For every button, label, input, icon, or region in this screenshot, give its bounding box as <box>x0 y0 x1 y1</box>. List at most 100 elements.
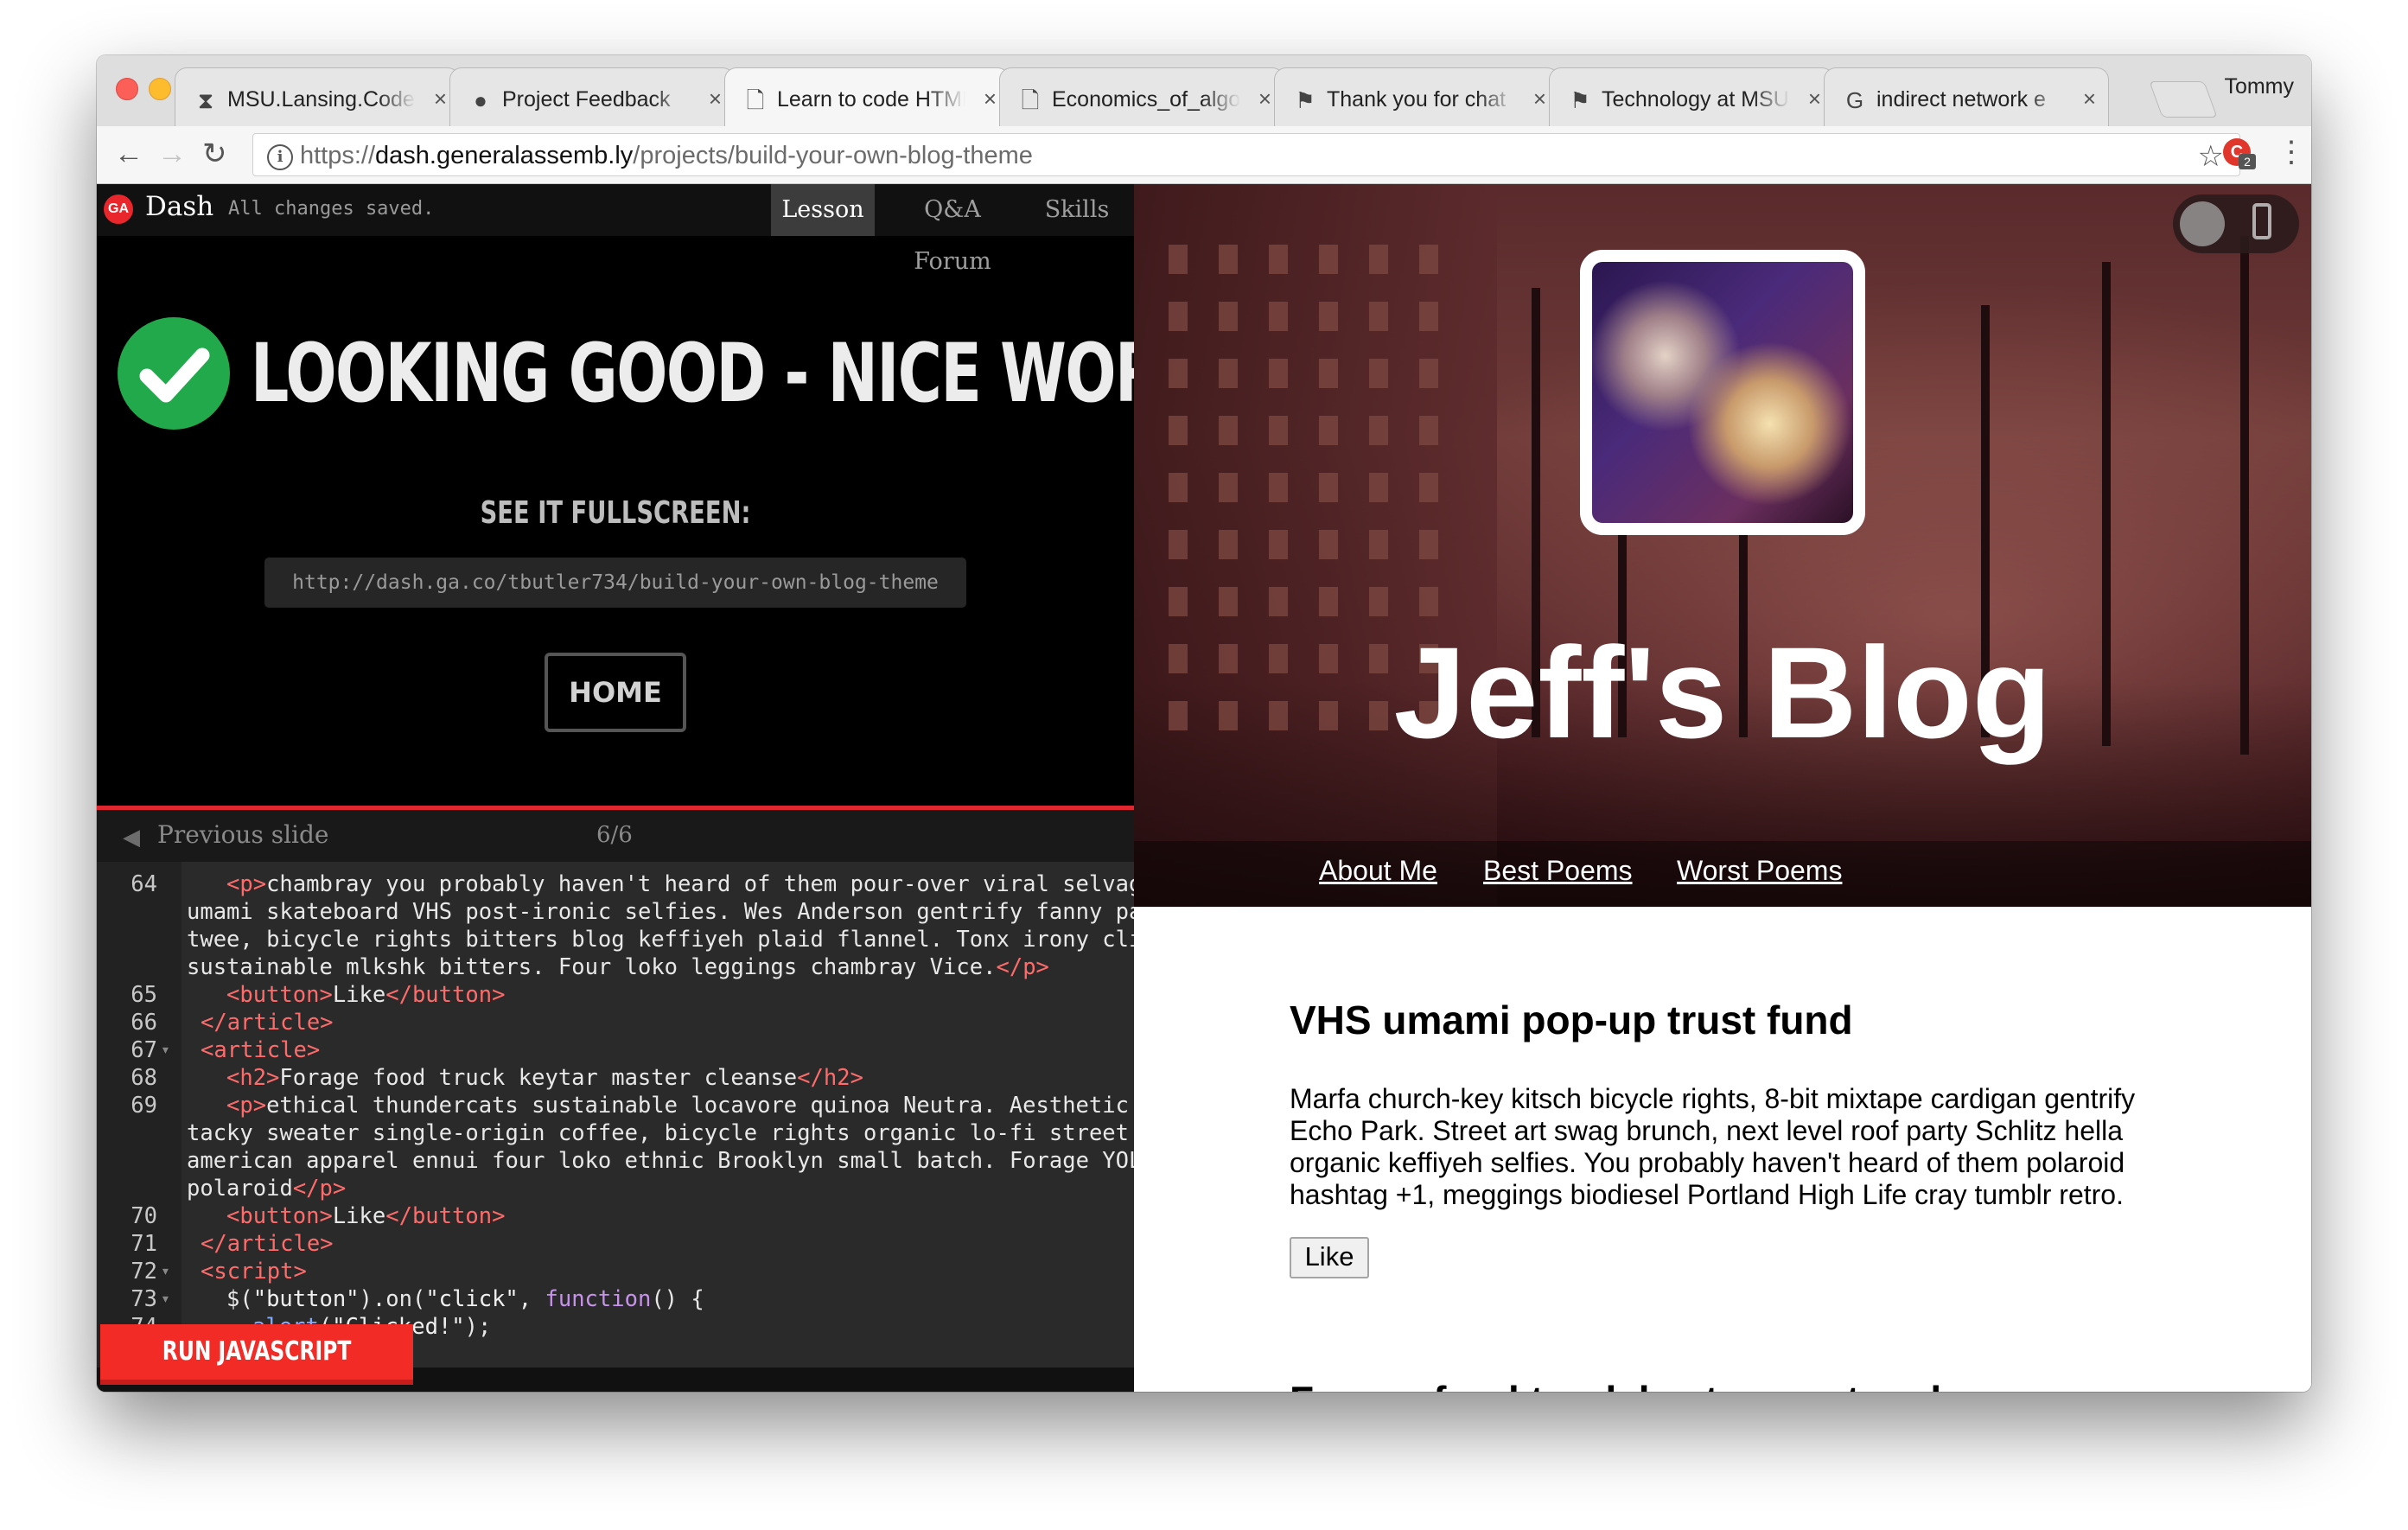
fold-icon[interactable]: ▾ <box>161 1258 170 1285</box>
hero-window-shape <box>1169 587 1188 616</box>
code-token: ).on( <box>359 1286 426 1312</box>
code-line[interactable]: 71 </article> <box>97 1230 1134 1258</box>
hero-window-shape <box>1319 473 1338 502</box>
code-token: <p> <box>226 871 267 897</box>
tab-lesson[interactable]: Lesson <box>771 184 875 236</box>
run-button-label: RUN JAVASCRIPT <box>162 1336 352 1367</box>
hero-window-shape <box>1269 416 1288 445</box>
code-line[interactable]: 72 ▾ <script> <box>97 1258 1134 1285</box>
tab-title: Project Feedback <box>502 87 671 112</box>
profile-name[interactable]: Tommy <box>2224 74 2294 99</box>
extension-badge: 2 <box>2239 154 2256 169</box>
forward-icon[interactable]: → <box>157 137 187 171</box>
tab-skills[interactable]: Skills <box>1034 184 1120 236</box>
code-line[interactable]: 67 ▾ <article> <box>97 1036 1134 1064</box>
tab-title: Economics_of_algo <box>1052 87 1240 112</box>
browser-tab[interactable]: ⚑ Technology at MSU × <box>1549 67 1834 126</box>
code-line[interactable]: tacky sweater single-origin coffee, bicy… <box>97 1119 1134 1147</box>
hero-window-shape <box>1219 359 1238 388</box>
browser-menu-icon[interactable]: ⋮ <box>2277 135 2306 169</box>
toggle-knob[interactable] <box>2180 201 2225 246</box>
document-icon: 🗋 <box>1021 87 1040 113</box>
fold-icon[interactable]: ▾ <box>161 1036 170 1064</box>
browser-tab[interactable]: 🗋 Learn to code HTML × <box>724 67 1010 128</box>
like-button[interactable]: Like <box>1290 1237 1369 1278</box>
code-token: sustainable mlkshk bitters. Four loko le… <box>187 954 997 980</box>
browser-window: ⧗ MSU.Lansing.Code × ● Project Feedback × 🗋 Lea… <box>97 55 2311 1392</box>
code-line[interactable]: 70 <button>Like</button> <box>97 1202 1134 1230</box>
code-token: $( <box>226 1286 253 1312</box>
hero-window-shape <box>1269 587 1288 616</box>
bookmark-star-icon[interactable]: ☆ <box>2198 139 2224 174</box>
code-line[interactable]: 65 <button>Like</button> <box>97 981 1134 1009</box>
code-line[interactable]: 66 </article> <box>97 1009 1134 1036</box>
ga-logo[interactable]: GA <box>104 194 133 224</box>
run-javascript-button[interactable]: RUN JAVASCRIPT <box>100 1324 413 1385</box>
code-token: <button> <box>226 982 333 1008</box>
fullscreen-url[interactable]: http://dash.ga.co/tbutler734/build-your-… <box>264 558 966 608</box>
hero-window-shape <box>1419 302 1438 331</box>
hero-window-shape <box>1169 245 1188 274</box>
blog-title: Jeff's Blog <box>1393 620 2052 765</box>
nav-worst-poems[interactable]: Worst Poems <box>1677 855 1842 887</box>
minimize-window-button[interactable] <box>149 78 171 100</box>
code-line[interactable]: twee, bicycle rights bitters blog keffiy… <box>97 926 1134 953</box>
close-window-button[interactable] <box>116 78 138 100</box>
info-icon[interactable]: i <box>267 144 293 170</box>
success-panel: LOOKING GOOD - NICE WORK! SEE IT FULLSCR… <box>97 236 1134 762</box>
address-bar[interactable]: i https://dash.generalassemb.ly/projects… <box>252 133 2240 176</box>
blog-nav: About Me Best Poems Worst Poems <box>1134 841 2311 907</box>
tab-close-icon[interactable]: × <box>2083 86 2096 112</box>
nav-about-me[interactable]: About Me <box>1319 855 1437 887</box>
code-token: <article> <box>201 1037 321 1063</box>
ga-icon: ⧗ <box>197 87 214 113</box>
url-text[interactable]: https://dash.generalassemb.ly/projects/b… <box>300 141 1033 170</box>
fold-icon[interactable]: ▾ <box>161 1285 170 1313</box>
new-tab-button[interactable] <box>2149 81 2218 118</box>
code-line[interactable]: 69 <p>ethical thundercats sustainable loc… <box>97 1092 1134 1119</box>
phone-icon[interactable] <box>2252 203 2271 239</box>
code-token: ethical thundercats sustainable locavore… <box>266 1093 1129 1119</box>
nav-best-poems[interactable]: Best Poems <box>1483 855 1633 887</box>
dash-brand[interactable]: Dash <box>145 191 213 222</box>
code-editor[interactable]: 64 <p>chambray you probably haven't heard… <box>97 862 1134 1367</box>
code-line[interactable]: 73 ▾ $("button").on("click", function() { <box>97 1285 1134 1313</box>
tab-close-icon[interactable]: × <box>1808 86 1821 112</box>
hero-window-shape <box>1169 416 1188 445</box>
code-line[interactable]: sustainable mlkshk bitters. Four loko le… <box>97 953 1134 981</box>
tab-qa-forum[interactable]: Q&A Forum <box>883 184 1022 275</box>
tab-close-icon[interactable]: × <box>984 86 997 112</box>
code-line[interactable]: american apparel ennui four loko ethnic … <box>97 1147 1134 1175</box>
prev-arrow-icon[interactable]: ◀ <box>123 824 140 851</box>
tab-close-icon[interactable]: × <box>709 86 722 112</box>
google-icon: G <box>1845 87 1864 113</box>
tab-close-icon[interactable]: × <box>1533 86 1546 112</box>
browser-tab[interactable]: ⧗ MSU.Lansing.Code × <box>175 67 460 126</box>
dash-header: GA Dash All changes saved. Lesson Q&A Fo… <box>97 184 1134 275</box>
home-button[interactable]: HOME <box>545 653 686 732</box>
reload-icon[interactable]: ↻ <box>202 137 227 171</box>
hero-window-shape <box>1419 359 1438 388</box>
hero-window-shape <box>1219 245 1238 274</box>
code-text: twee, bicycle rights bitters blog keffiy… <box>187 926 1134 953</box>
tab-close-icon[interactable]: × <box>434 86 447 112</box>
tab-title: Thank you for chat <box>1327 87 1507 112</box>
browser-tab[interactable]: ● Project Feedback × <box>449 67 735 126</box>
browser-tab[interactable]: Gindirect network e × <box>1824 67 2109 126</box>
hero-window-shape <box>1369 245 1388 274</box>
device-toggle[interactable] <box>2173 194 2299 253</box>
line-number: 71 <box>131 1231 157 1257</box>
code-line[interactable]: 68 <h2>Forage food truck keytar master cl… <box>97 1064 1134 1092</box>
code-line[interactable]: polaroid</p> <box>97 1175 1134 1202</box>
browser-tab[interactable]: 🗋 Economics_of_algo × <box>999 67 1284 126</box>
previous-slide-link[interactable]: Previous slide <box>157 820 329 849</box>
hero-window-shape <box>1269 359 1288 388</box>
code-token: "button" <box>252 1286 360 1312</box>
code-line[interactable]: 64 <p>chambray you probably haven't heard… <box>97 870 1134 898</box>
browser-tab[interactable]: ⚑ Thank you for chat × <box>1274 67 1559 126</box>
code-text: american apparel ennui four loko ethnic … <box>187 1147 1134 1175</box>
code-token: </p> <box>292 1176 347 1202</box>
code-line[interactable]: umami skateboard VHS post-ironic selfies… <box>97 898 1134 926</box>
back-icon[interactable]: ← <box>114 137 143 171</box>
tab-close-icon[interactable]: × <box>1258 86 1271 112</box>
